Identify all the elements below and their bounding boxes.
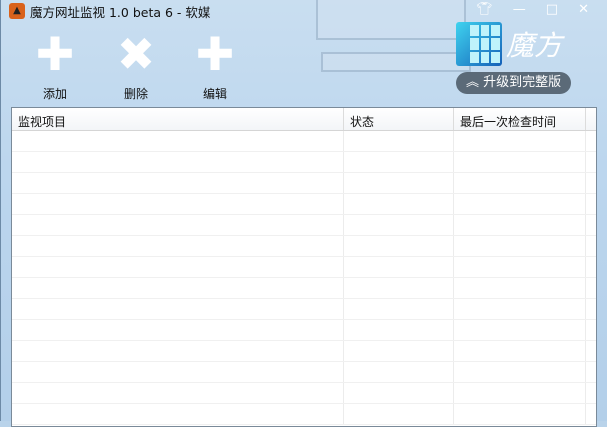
empty-row (12, 173, 596, 194)
maximize-button[interactable]: □ (546, 2, 558, 17)
double-chevron-up-icon: ︽ (466, 75, 484, 90)
empty-row (12, 257, 596, 278)
plus-icon: ✚ (195, 27, 235, 81)
brand-name: 魔方 (506, 29, 563, 62)
skin-icon[interactable]: 👕︎ (476, 2, 493, 17)
x-icon: ✖ (116, 27, 156, 81)
empty-row (12, 383, 596, 404)
background-blur (316, 0, 466, 40)
edit-button[interactable]: ✚ 编辑 (190, 27, 240, 102)
edit-label: 编辑 (202, 87, 227, 101)
empty-row (12, 278, 596, 299)
empty-row (12, 194, 596, 215)
close-button[interactable]: ✕ (578, 2, 589, 17)
window-title: 魔方网址监视 1.0 beta 6 - 软媒 (30, 4, 211, 20)
empty-row (12, 236, 596, 257)
add-label: 添加 (42, 87, 67, 101)
upgrade-label: 升级到完整版 (483, 75, 562, 90)
column-header-item[interactable]: 监视项目 (12, 108, 344, 130)
empty-row (12, 404, 596, 425)
minimize-button[interactable]: — (513, 2, 526, 17)
empty-row (12, 362, 596, 383)
column-header-status[interactable]: 状态 (344, 108, 454, 130)
title-bar: ▲ 魔方网址监视 1.0 beta 6 - 软媒 (9, 2, 210, 20)
empty-row (12, 152, 596, 173)
empty-row (12, 215, 596, 236)
main-window: ▲ 魔方网址监视 1.0 beta 6 - 软媒 👕︎ — □ ✕ ✚ 添加 ✖ 删… (0, 0, 607, 427)
plus-icon: ✚ (35, 27, 75, 81)
empty-row (12, 320, 596, 341)
delete-label: 删除 (123, 87, 148, 101)
upgrade-button[interactable]: ︽ 升级到完整版 (456, 72, 572, 94)
monitor-table[interactable]: 监视项目 状态 最后一次检查时间 (11, 107, 597, 427)
delete-button[interactable]: ✖ 删除 (111, 27, 161, 102)
app-icon: ▲ (9, 3, 25, 19)
column-header-last-check[interactable]: 最后一次检查时间 (454, 108, 586, 130)
background-blur (321, 52, 471, 72)
empty-row (12, 131, 596, 152)
add-button[interactable]: ✚ 添加 (30, 27, 80, 102)
empty-row (12, 299, 596, 320)
empty-row (12, 341, 596, 362)
cube-icon (456, 22, 502, 66)
brand-logo: 魔方 (456, 22, 562, 66)
